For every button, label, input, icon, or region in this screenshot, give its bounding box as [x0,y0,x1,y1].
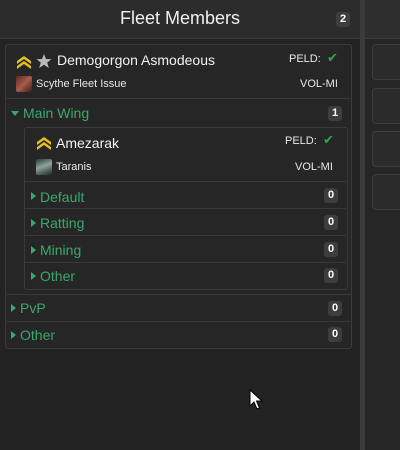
squad-ratting[interactable]: Ratting 0 [25,209,346,236]
fleet-commander-ship: Scythe Fleet Issue [36,78,127,90]
side-button[interactable] [372,131,400,167]
squad-label[interactable]: Mining [40,242,81,258]
wing-count-badge: 1 [328,106,342,121]
wing-count-badge: 0 [328,301,342,316]
wing-commander-row[interactable]: Amezarak PELD: ✔ Taranis VOL-MI [25,128,346,182]
chevron-right-icon[interactable] [31,246,36,254]
chevron-right-icon[interactable] [31,219,36,227]
ship-icon [36,159,52,175]
wing-count-badge: 0 [328,327,342,342]
chevron-right-icon[interactable] [31,272,36,280]
wing-main[interactable]: Main Wing 1 [6,99,350,126]
squad-label[interactable]: Ratting [40,215,84,231]
squad-label[interactable]: Default [40,189,84,205]
fleet-members-panel: Fleet Members 2 Demogorgon Asmodeous PEL… [0,0,360,450]
squad-count-badge: 0 [324,215,338,230]
wing-label[interactable]: Main Wing [23,105,89,121]
squad-count-badge: 0 [324,268,338,283]
squad-label[interactable]: Other [40,268,75,284]
squad-other[interactable]: Other 0 [25,263,346,287]
panel-divider[interactable] [360,0,365,450]
check-icon: ✔ [323,132,334,147]
chevron-right-icon[interactable] [31,192,36,200]
wing-pvp[interactable]: PvP 0 [6,295,350,322]
adjacent-panel-header [365,0,400,39]
rank-chevrons-icon [37,137,51,150]
side-button[interactable] [372,174,400,210]
squad-mining[interactable]: Mining 0 [25,236,346,263]
wing-other[interactable]: Other 0 [6,322,350,347]
panel-header: Fleet Members 2 [0,0,360,39]
chevron-right-icon[interactable] [11,304,16,312]
squad-count-badge: 0 [324,188,338,203]
chevron-down-icon[interactable] [11,111,19,116]
side-button[interactable] [372,88,400,124]
wing-commander-ship: Taranis [56,161,92,173]
fleet-commander-row[interactable]: Demogorgon Asmodeous PELD: ✔ Scythe Flee… [6,45,350,99]
fleet-commander-location: VOL-MI [300,78,338,90]
mouse-cursor-icon [249,389,263,410]
fleet-commander-name[interactable]: Demogorgon Asmodeous [57,52,215,68]
peld-label: PELD: [285,135,317,147]
member-count-badge: 2 [336,12,350,27]
wing-commander-name[interactable]: Amezarak [56,135,119,151]
squad-count-badge: 0 [324,242,338,257]
wing-label[interactable]: Other [20,327,55,343]
ship-icon [16,76,32,92]
side-button[interactable] [372,44,400,80]
star-icon [36,54,52,68]
squad-default[interactable]: Default 0 [25,182,346,209]
rank-chevrons-icon [17,56,31,69]
check-icon: ✔ [327,50,338,65]
wing-commander-location: VOL-MI [295,161,333,173]
panel-title: Fleet Members [119,8,241,28]
wing-label[interactable]: PvP [20,300,46,316]
peld-label: PELD: [289,53,321,65]
chevron-right-icon[interactable] [11,331,16,339]
